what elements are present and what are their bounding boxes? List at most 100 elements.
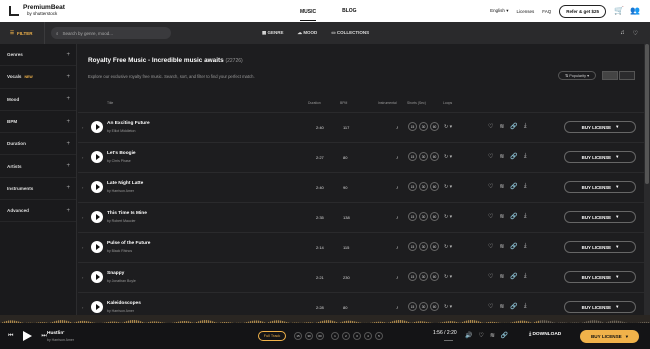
short-30-button[interactable]: 30 bbox=[419, 212, 428, 221]
instrumental-icon[interactable]: ♪ bbox=[396, 125, 399, 131]
loops-icon[interactable]: ↻ ▾ bbox=[444, 154, 452, 160]
track-artist[interactable]: by Chris Phase bbox=[107, 159, 131, 163]
play-icon[interactable] bbox=[91, 151, 103, 163]
download-icon[interactable]: ⤓ bbox=[524, 213, 527, 220]
short-60-button[interactable]: 60 bbox=[430, 242, 439, 251]
short-15-button[interactable]: 15 bbox=[408, 212, 417, 221]
sidebar-item-artists[interactable]: Artists + bbox=[0, 155, 76, 178]
short-30-button[interactable]: 30 bbox=[419, 272, 428, 281]
short-60-button[interactable]: 60 bbox=[430, 212, 439, 221]
download-icon[interactable]: ⤓ bbox=[524, 243, 527, 250]
buy-license-button[interactable]: BUY LICENSE ▾ bbox=[564, 301, 636, 313]
track-title[interactable]: Snappy bbox=[107, 271, 124, 276]
instrumental-icon[interactable]: ♪ bbox=[396, 245, 399, 251]
sidebar-item-advanced[interactable]: Advanced + bbox=[0, 200, 76, 223]
favorites-icon[interactable]: ♡ bbox=[633, 30, 638, 37]
compact-view-button[interactable] bbox=[619, 71, 635, 80]
download-icon[interactable]: ⤓ bbox=[524, 273, 527, 280]
link-icon[interactable]: 🔗 bbox=[510, 273, 517, 280]
short-60-button[interactable]: 60 bbox=[430, 122, 439, 131]
refer-button[interactable]: Refer & get $25 bbox=[559, 4, 606, 18]
list-view-button[interactable] bbox=[602, 71, 618, 80]
short-30-button[interactable]: 30 bbox=[419, 152, 428, 161]
similar-icon[interactable]: ≋ bbox=[499, 273, 504, 280]
volume-icon[interactable]: 🔊 bbox=[465, 332, 472, 339]
short-60-button[interactable]: 60 bbox=[430, 152, 439, 161]
language-select[interactable]: English ▾ bbox=[490, 8, 508, 14]
licenses-link[interactable]: Licenses bbox=[516, 9, 534, 14]
track-title[interactable]: Late Night Latte bbox=[107, 181, 143, 186]
link-icon[interactable]: 🔗 bbox=[510, 153, 517, 160]
expand-chevron-icon[interactable]: › bbox=[82, 155, 83, 160]
link-icon[interactable]: 🔗 bbox=[510, 213, 517, 220]
short-30-button[interactable]: 30 bbox=[419, 242, 428, 251]
mood-tab[interactable]: ☁ MOOD bbox=[298, 30, 318, 36]
download-button[interactable]: ⤓ DOWNLOAD bbox=[529, 331, 561, 337]
faq-link[interactable]: FAQ bbox=[542, 9, 551, 14]
short-30-button[interactable]: 30 bbox=[419, 122, 428, 131]
previous-icon[interactable]: ⏮ bbox=[8, 333, 13, 340]
expand-chevron-icon[interactable]: › bbox=[82, 185, 83, 190]
player-loop-5[interactable]: 5 bbox=[375, 332, 383, 340]
favorite-icon[interactable]: ♡ bbox=[478, 332, 483, 339]
download-icon[interactable]: ⤓ bbox=[524, 183, 527, 190]
link-icon[interactable]: 🔗 bbox=[510, 243, 517, 250]
buy-license-button[interactable]: BUY LICENSE ▾ bbox=[564, 151, 636, 163]
short-15-button[interactable]: 15 bbox=[408, 182, 417, 191]
favorite-icon[interactable]: ♡ bbox=[488, 123, 493, 130]
play-icon[interactable] bbox=[91, 271, 103, 283]
track-artist[interactable]: by Black Rhinos bbox=[107, 249, 132, 253]
sidebar-item-mood[interactable]: Mood + bbox=[0, 89, 76, 111]
favorite-icon[interactable]: ♡ bbox=[488, 153, 493, 160]
nav-music[interactable]: MUSIC bbox=[300, 2, 317, 21]
full-track-button[interactable]: Full Track bbox=[258, 331, 286, 341]
short-15-button[interactable]: 15 bbox=[408, 122, 417, 131]
loops-icon[interactable]: ↻ ▾ bbox=[444, 124, 452, 130]
player-loop-3[interactable]: 3 bbox=[353, 332, 361, 340]
buy-license-button[interactable]: BUY LICENSE ▾ bbox=[564, 271, 636, 283]
similar-icon[interactable]: ≋ bbox=[499, 243, 504, 250]
instrumental-icon[interactable]: ♪ bbox=[396, 215, 399, 221]
player-buy-license-button[interactable]: BUY LICENSE ▾ bbox=[580, 330, 639, 343]
sidebar-item-vocals[interactable]: Vocals NEW + bbox=[0, 66, 76, 89]
table-row[interactable]: › Snappy by Jonathan Boyle 2:21 230 ♪ 15 30 60 ↻ … bbox=[78, 262, 650, 292]
similar-icon[interactable]: ≋ bbox=[499, 183, 504, 190]
sidebar-item-bpm[interactable]: BPM + bbox=[0, 111, 76, 134]
loops-icon[interactable]: ↻ ▾ bbox=[444, 184, 452, 190]
instrumental-icon[interactable]: ♪ bbox=[396, 155, 399, 161]
short-15-button[interactable]: 15 bbox=[408, 152, 417, 161]
table-row[interactable]: › Pulse of the Future by Black Rhinos 2:14 1… bbox=[78, 232, 650, 262]
similar-icon[interactable]: ≋ bbox=[499, 303, 504, 310]
genre-tab[interactable]: ▦ GENRE bbox=[262, 30, 284, 36]
link-icon[interactable]: 🔗 bbox=[510, 183, 517, 190]
short-60-button[interactable]: 60 bbox=[430, 302, 439, 311]
instrumental-icon[interactable]: ♪ bbox=[396, 185, 399, 191]
track-title[interactable]: Pulse of the Future bbox=[107, 241, 150, 246]
waveform[interactable] bbox=[0, 315, 650, 323]
download-icon[interactable]: ⤓ bbox=[524, 303, 527, 310]
player-short-15[interactable]: 15 bbox=[294, 332, 302, 340]
similar-icon[interactable]: ≋ bbox=[499, 153, 504, 160]
player-short-60[interactable]: 60 bbox=[316, 332, 324, 340]
favorite-icon[interactable]: ♡ bbox=[488, 243, 493, 250]
favorite-icon[interactable]: ♡ bbox=[488, 183, 493, 190]
loops-icon[interactable]: ↻ ▾ bbox=[444, 244, 452, 250]
account-icon[interactable]: 👥 bbox=[630, 7, 640, 15]
buy-license-button[interactable]: BUY LICENSE ▾ bbox=[564, 121, 636, 133]
instrumental-icon[interactable]: ♪ bbox=[396, 275, 399, 281]
track-artist[interactable]: by Harrison Amer bbox=[107, 309, 134, 313]
table-row[interactable]: › An Exciting Future by Elliot Middleton 2:… bbox=[78, 112, 650, 142]
playlist-icon[interactable]: ♫ bbox=[620, 30, 625, 36]
buy-license-button[interactable]: BUY LICENSE ▾ bbox=[564, 181, 636, 193]
instrumental-icon[interactable]: ♪ bbox=[396, 305, 399, 311]
link-icon[interactable]: 🔗 bbox=[510, 303, 517, 310]
expand-chevron-icon[interactable]: › bbox=[82, 275, 83, 280]
similar-icon[interactable]: ≋ bbox=[499, 123, 504, 130]
expand-chevron-icon[interactable]: › bbox=[82, 245, 83, 250]
play-icon[interactable] bbox=[91, 211, 103, 223]
download-icon[interactable]: ⤓ bbox=[524, 123, 527, 130]
favorite-icon[interactable]: ♡ bbox=[488, 303, 493, 310]
buy-license-button[interactable]: BUY LICENSE ▾ bbox=[564, 211, 636, 223]
sort-dropdown[interactable]: ⇅ Popularity ▾ bbox=[558, 71, 596, 80]
track-title[interactable]: An Exciting Future bbox=[107, 121, 150, 126]
